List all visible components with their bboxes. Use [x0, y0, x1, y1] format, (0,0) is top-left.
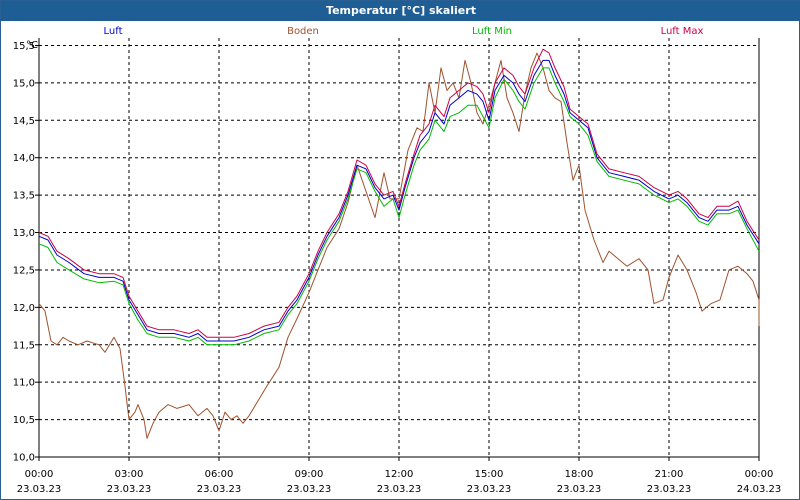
x-tick-date: 23.03.23	[17, 484, 62, 495]
x-tick-date: 23.03.23	[107, 484, 152, 495]
y-tick-label: 13,5	[13, 191, 35, 202]
x-tick-time: 18:00	[565, 469, 594, 480]
x-tick-date: 23.03.23	[467, 484, 512, 495]
x-tick-date: 23.03.23	[377, 484, 422, 495]
x-tick-date: 23.03.23	[557, 484, 602, 495]
y-tick-label: 14,0	[13, 153, 35, 164]
x-tick-time: 03:00	[115, 469, 144, 480]
temperature-chart: 10,0 10,5 11,0 11,5 12,0 12,5 13,0 13,5 14,0 14,5…	[13, 26, 782, 495]
y-tick-label: 13,0	[13, 228, 35, 239]
x-tick-date: 23.03.23	[197, 484, 242, 495]
x-tick-labels: 00:00 23.03.23 03:00 23.03.23 06:00 23.03.23 0…	[17, 469, 782, 495]
x-tick-time: 00:00	[745, 469, 774, 480]
x-tick-date: 23.03.23	[647, 484, 692, 495]
legend-entry: Luft	[104, 26, 123, 37]
y-tick-label: 11,0	[13, 378, 35, 389]
x-tick-time: 21:00	[655, 469, 684, 480]
y-axis-unit: °C	[26, 40, 38, 51]
legend-entry: Luft Min	[472, 26, 512, 37]
legend: Luft Boden Luft Min Luft Max	[104, 26, 704, 37]
y-tick-label: 11,5	[13, 340, 35, 351]
x-tick-time: 09:00	[295, 469, 324, 480]
y-tick-label: 14,5	[13, 116, 35, 127]
y-tick-label: 12,0	[13, 303, 35, 314]
x-tick-date: 23.03.23	[287, 484, 332, 495]
x-tick-time: 15:00	[475, 469, 504, 480]
x-tick-time: 12:00	[385, 469, 414, 480]
y-tick-label: 15,0	[13, 78, 35, 89]
plot-axes	[35, 38, 760, 461]
y-tick-label: 10,5	[13, 415, 35, 426]
legend-entry: Luft Max	[661, 26, 704, 37]
y-tick-labels: 10,0 10,5 11,0 11,5 12,0 12,5 13,0 13,5 14,0 14,5…	[13, 41, 35, 464]
x-tick-time: 00:00	[25, 469, 54, 480]
x-tick-time: 06:00	[205, 469, 234, 480]
y-tick-label: 10,0	[13, 453, 35, 464]
legend-entry: Boden	[287, 26, 319, 37]
grid-lines	[39, 38, 759, 457]
y-tick-label: 12,5	[13, 265, 35, 276]
x-tick-date: 24.03.23	[737, 484, 782, 495]
